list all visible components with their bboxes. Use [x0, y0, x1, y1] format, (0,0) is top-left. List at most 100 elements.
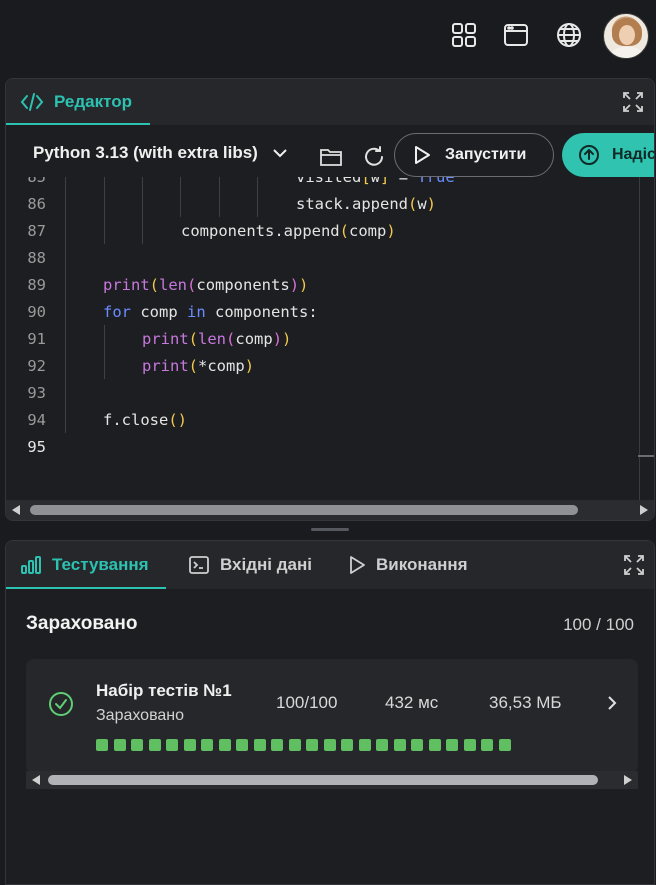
test-passed-dot[interactable] [201, 739, 213, 751]
scroll-left-icon[interactable] [12, 505, 20, 515]
test-passed-dot[interactable] [323, 739, 336, 751]
test-passed-dot[interactable] [428, 739, 441, 751]
panel-resize-handle[interactable] [311, 528, 349, 531]
line-number: 87 [27, 221, 46, 240]
results-panel: Тестування Вхідні дані Виконання Зарахов… [5, 540, 655, 885]
scrollbar-thumb[interactable] [30, 505, 578, 515]
submit-button[interactable]: Надіс [562, 133, 655, 177]
results-horizontal-scrollbar[interactable] [26, 771, 638, 789]
scroll-right-icon[interactable] [640, 505, 648, 515]
tab-editor[interactable]: Редактор [6, 79, 150, 125]
test-passed-dot[interactable] [218, 739, 231, 751]
test-passed-dot[interactable] [341, 739, 353, 751]
scroll-right-icon[interactable] [624, 775, 632, 785]
browser-window-icon[interactable] [503, 22, 529, 48]
line-number: 86 [27, 194, 46, 213]
line-number: 88 [27, 248, 46, 267]
test-set-status: Зараховано [96, 707, 185, 724]
grid-icon[interactable] [451, 22, 477, 48]
code-text: f.close() [103, 410, 187, 429]
language-label: Python 3.13 (with extra libs) [33, 143, 258, 162]
test-passed-dot[interactable] [166, 739, 178, 751]
test-passed-dot[interactable] [481, 739, 493, 751]
result-title: Зараховано [26, 613, 138, 634]
test-passed-dot[interactable] [113, 739, 126, 751]
tab-input-data[interactable]: Вхідні дані [174, 541, 326, 589]
line-number: 91 [27, 329, 46, 348]
scrollbar-thumb[interactable] [48, 775, 598, 785]
test-passed-dot[interactable] [446, 739, 458, 751]
tab-editor-label: Редактор [54, 92, 132, 111]
code-icon [20, 92, 44, 112]
language-select[interactable]: Python 3.13 (with extra libs) [33, 143, 288, 163]
code-line: 89 print(len(components)) [6, 271, 634, 298]
test-set-score: 100/100 [276, 693, 338, 712]
expand-icon[interactable] [622, 91, 644, 113]
code-text: stack.append(w) [296, 194, 437, 213]
test-passed-dot[interactable] [463, 739, 476, 751]
editor-horizontal-scrollbar[interactable] [6, 500, 654, 520]
code-editor[interactable]: 85 visited[w] = True 86 stack.append(w) … [6, 177, 654, 501]
test-passed-dot[interactable] [306, 739, 318, 751]
line-number: 95 [27, 437, 46, 456]
check-circle-icon [48, 691, 74, 717]
code-line: 86 stack.append(w) [6, 190, 634, 217]
top-bar [0, 0, 656, 72]
test-passed-dot[interactable] [253, 739, 266, 751]
test-set-name: Набір тестів №1 [96, 681, 232, 700]
code-line: 87 components.append(comp) [6, 217, 634, 244]
code-line: 91 print(len(comp)) [6, 325, 634, 352]
results-header: Тестування Вхідні дані Виконання [6, 541, 654, 589]
test-passed-dot[interactable] [288, 739, 301, 751]
globe-icon[interactable] [556, 22, 582, 48]
test-passed-dot[interactable] [271, 739, 283, 751]
chart-bars-icon [20, 555, 42, 575]
tab-testing-label: Тестування [52, 555, 149, 574]
test-passed-dot[interactable] [96, 739, 108, 751]
expand-icon[interactable] [623, 554, 645, 576]
test-passed-dot[interactable] [183, 739, 196, 751]
tab-input-data-label: Вхідні дані [220, 555, 312, 574]
test-passed-dot[interactable] [148, 739, 161, 751]
terminal-icon [188, 555, 210, 575]
tab-execution-label: Виконання [376, 555, 468, 574]
code-text: for comp in components: [103, 302, 318, 321]
test-passed-dot[interactable] [393, 739, 406, 751]
test-set-time: 432 мс [385, 693, 439, 712]
play-icon [413, 145, 431, 165]
test-results-dots [96, 739, 511, 751]
test-passed-dot[interactable] [131, 739, 143, 751]
code-line: 94 f.close() [6, 406, 634, 433]
code-line: 88 [6, 244, 634, 271]
test-passed-dot[interactable] [358, 739, 371, 751]
test-passed-dot[interactable] [411, 739, 423, 751]
test-passed-dot[interactable] [376, 739, 388, 751]
tab-testing[interactable]: Тестування [6, 541, 166, 589]
test-set-card[interactable]: Набір тестів №1 Зараховано 100/100 432 м… [26, 659, 638, 773]
code-line: 90 for comp in components: [6, 298, 634, 325]
line-number: 85 [6, 177, 46, 186]
folder-icon[interactable] [319, 145, 343, 169]
tab-execution[interactable]: Виконання [334, 541, 482, 589]
test-passed-dot[interactable] [236, 739, 248, 751]
code-text: print(*comp) [142, 356, 255, 375]
line-number: 94 [27, 410, 46, 429]
editor-panel: Редактор Python 3.13 (with extra libs) З… [5, 78, 655, 521]
overview-ruler [639, 177, 640, 501]
user-avatar[interactable] [603, 13, 649, 59]
submit-button-label: Надіс [612, 146, 655, 163]
run-button[interactable]: Запустити [394, 133, 554, 177]
line-number: 90 [27, 302, 46, 321]
upload-circle-icon [578, 144, 600, 166]
refresh-icon[interactable] [362, 145, 386, 169]
result-score: 100 / 100 [563, 615, 634, 634]
editor-header: Редактор [6, 79, 654, 125]
test-passed-dot[interactable] [498, 739, 511, 751]
scroll-left-icon[interactable] [32, 775, 40, 785]
code-text: print(len(comp)) [142, 329, 292, 348]
line-number: 92 [27, 356, 46, 375]
chevron-right-icon[interactable] [604, 693, 620, 713]
code-text: visited[w] = True [296, 177, 455, 186]
cursor-marker [638, 455, 654, 457]
code-line: 92 print(*comp) [6, 352, 634, 379]
